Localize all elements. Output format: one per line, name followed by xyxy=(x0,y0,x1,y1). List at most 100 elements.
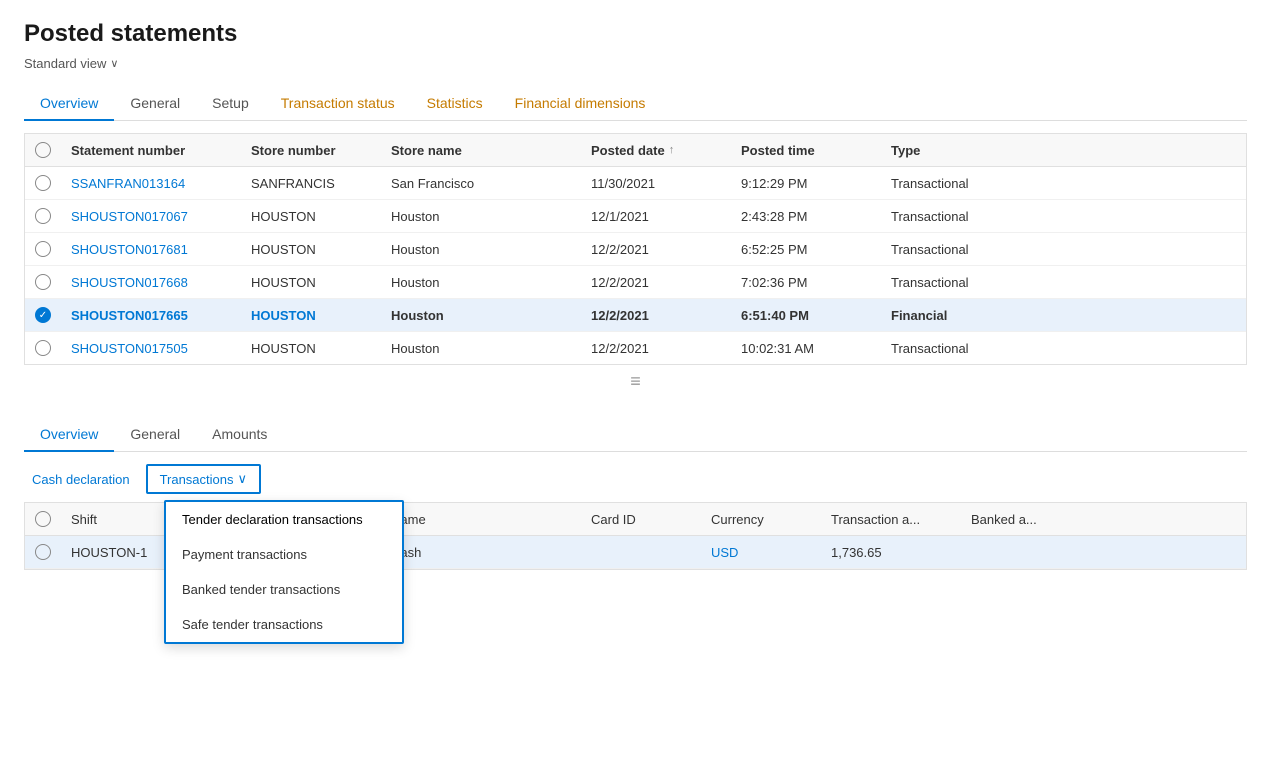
store-number-cell: HOUSTON xyxy=(241,233,381,265)
tab-overview-bottom[interactable]: Overview xyxy=(24,418,114,452)
dropdown-item-banked-tender[interactable]: Banked tender transactions xyxy=(166,572,402,607)
sort-icon: ↑ xyxy=(669,144,675,156)
posted-date-cell: 12/2/2021 xyxy=(581,233,711,265)
type-cell: Transactional xyxy=(881,167,1021,199)
tab-general-top[interactable]: General xyxy=(114,87,196,121)
row-checkbox-circle[interactable] xyxy=(35,274,51,290)
statement-number-cell[interactable]: SHOUSTON017668 xyxy=(61,266,241,298)
page-title: Posted statements xyxy=(24,20,1247,48)
row-checkbox-circle[interactable] xyxy=(35,208,51,224)
cash-declaration-button[interactable]: Cash declaration xyxy=(24,467,138,492)
store-name-cell: San Francisco xyxy=(381,167,581,199)
type-cell: Transactional xyxy=(881,200,1021,232)
bottom-select-all-header[interactable] xyxy=(25,503,61,535)
table-row[interactable]: SHOUSTON017067 HOUSTON Houston 12/1/2021… xyxy=(25,200,1246,233)
transaction-amount-cell: 1,736.65 xyxy=(821,536,961,568)
transactions-dropdown-menu: Tender declaration transactions Payment … xyxy=(164,500,404,644)
row-checkbox[interactable] xyxy=(25,266,61,298)
tab-overview-top[interactable]: Overview xyxy=(24,87,114,121)
spacer-cell xyxy=(711,200,731,232)
bottom-select-all-checkbox[interactable] xyxy=(35,511,51,527)
tab-amounts-bottom[interactable]: Amounts xyxy=(196,418,283,452)
spacer-cell xyxy=(711,299,731,331)
col-store-name: Store name xyxy=(381,134,581,166)
resize-handle[interactable]: ≡ xyxy=(24,365,1247,398)
store-number-cell: HOUSTON xyxy=(241,266,381,298)
top-grid-header: Statement number Store number Store name… xyxy=(25,134,1246,167)
col-card-id: Card ID xyxy=(581,503,701,535)
type-cell: Transactional xyxy=(881,266,1021,298)
tab-financial-dimensions[interactable]: Financial dimensions xyxy=(499,87,662,121)
posted-time-cell: 6:51:40 PM xyxy=(731,299,881,331)
card-id-cell xyxy=(581,536,701,568)
dropdown-item-payment[interactable]: Payment transactions xyxy=(166,537,402,572)
col-transaction-amount: Transaction a... xyxy=(821,503,961,535)
bottom-section: Overview General Amounts Cash declaratio… xyxy=(24,418,1247,570)
row-checkbox[interactable] xyxy=(25,299,61,331)
tab-general-bottom[interactable]: General xyxy=(114,418,196,452)
bottom-row-checkbox-circle[interactable] xyxy=(35,544,51,560)
row-checkbox[interactable] xyxy=(25,167,61,199)
statement-number-cell[interactable]: SHOUSTON017505 xyxy=(61,332,241,364)
view-selector-label: Standard view xyxy=(24,56,106,71)
select-all-header[interactable] xyxy=(25,134,61,166)
row-checkbox-checked[interactable] xyxy=(35,307,51,323)
statement-number-cell[interactable]: SHOUSTON017067 xyxy=(61,200,241,232)
posted-time-cell: 9:12:29 PM xyxy=(731,167,881,199)
col-statement-number: Statement number xyxy=(61,134,241,166)
table-row[interactable]: SHOUSTON017668 HOUSTON Houston 12/2/2021… xyxy=(25,266,1246,299)
type-cell: Transactional xyxy=(881,233,1021,265)
view-selector[interactable]: Standard view ∨ xyxy=(24,56,1247,71)
posted-date-cell: 12/1/2021 xyxy=(581,200,711,232)
table-row[interactable]: SHOUSTON017681 HOUSTON Houston 12/2/2021… xyxy=(25,233,1246,266)
top-grid: Statement number Store number Store name… xyxy=(24,133,1247,365)
transactions-dropdown-button[interactable]: Transactions ∨ xyxy=(146,464,261,494)
store-name-cell: Houston xyxy=(381,332,581,364)
row-checkbox[interactable] xyxy=(25,200,61,232)
tab-statistics[interactable]: Statistics xyxy=(411,87,499,121)
col-currency: Currency xyxy=(701,503,821,535)
posted-time-cell: 6:52:25 PM xyxy=(731,233,881,265)
posted-time-cell: 2:43:28 PM xyxy=(731,200,881,232)
banked-amount-cell xyxy=(961,536,1081,568)
table-row[interactable]: SHOUSTON017665 HOUSTON Houston 12/2/2021… xyxy=(25,299,1246,332)
col-posted-time: Posted time xyxy=(731,134,881,166)
table-row[interactable]: SHOUSTON017505 HOUSTON Houston 12/2/2021… xyxy=(25,332,1246,364)
spacer-cell xyxy=(711,332,731,364)
posted-time-cell: 7:02:36 PM xyxy=(731,266,881,298)
col-type: Type xyxy=(881,134,1021,166)
row-checkbox-circle[interactable] xyxy=(35,175,51,191)
spacer-cell xyxy=(711,233,731,265)
transactions-label: Transactions xyxy=(160,472,234,487)
bottom-toolbar: Cash declaration Transactions ∨ Tender d… xyxy=(24,464,1247,494)
dropdown-item-safe-tender[interactable]: Safe tender transactions xyxy=(166,607,402,642)
col-banked-amount: Banked a... xyxy=(961,503,1081,535)
row-checkbox-circle[interactable] xyxy=(35,340,51,356)
spacer-cell xyxy=(711,167,731,199)
select-all-checkbox[interactable] xyxy=(35,142,51,158)
col-store-number: Store number xyxy=(241,134,381,166)
dropdown-item-tender-declaration[interactable]: Tender declaration transactions xyxy=(166,502,402,537)
statement-number-cell[interactable]: SHOUSTON017681 xyxy=(61,233,241,265)
tab-setup-top[interactable]: Setup xyxy=(196,87,265,121)
row-checkbox-circle[interactable] xyxy=(35,241,51,257)
currency-cell: USD xyxy=(701,536,821,568)
statement-number-cell[interactable]: SHOUSTON017665 xyxy=(61,299,241,331)
table-row[interactable]: SSANFRAN013164 SANFRANCIS San Francisco … xyxy=(25,167,1246,200)
spacer-cell xyxy=(711,266,731,298)
tab-transaction-status[interactable]: Transaction status xyxy=(265,87,411,121)
col-name: Name xyxy=(381,503,581,535)
posted-date-cell: 12/2/2021 xyxy=(581,299,711,331)
type-cell: Transactional xyxy=(881,332,1021,364)
chevron-down-icon: ∨ xyxy=(238,471,248,487)
store-number-cell: SANFRANCIS xyxy=(241,167,381,199)
row-checkbox[interactable] xyxy=(25,233,61,265)
statement-number-cell[interactable]: SSANFRAN013164 xyxy=(61,167,241,199)
posted-date-cell: 12/2/2021 xyxy=(581,332,711,364)
store-name-cell: Houston xyxy=(381,233,581,265)
store-name-cell: Houston xyxy=(381,299,581,331)
bottom-row-checkbox[interactable] xyxy=(25,536,61,568)
store-number-cell: HOUSTON xyxy=(241,299,381,331)
row-checkbox[interactable] xyxy=(25,332,61,364)
store-name-cell: Houston xyxy=(381,266,581,298)
